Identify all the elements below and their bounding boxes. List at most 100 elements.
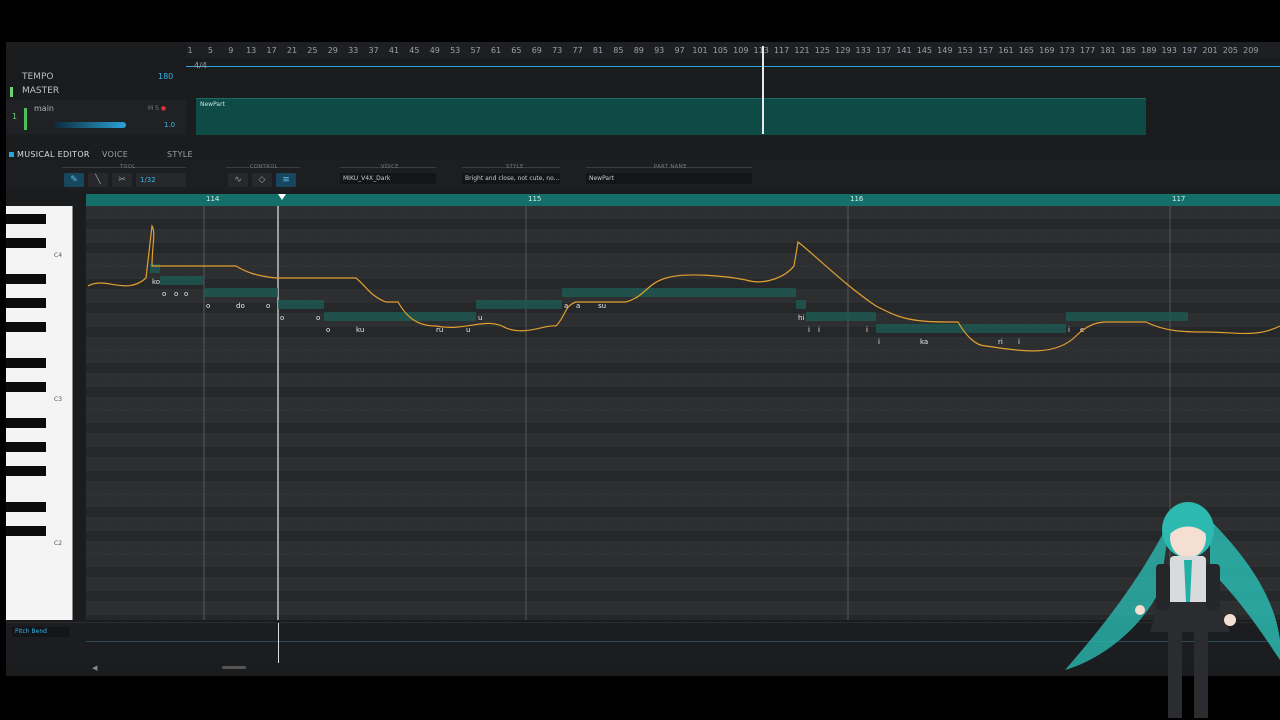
black-key[interactable] <box>6 214 46 224</box>
voice-field[interactable]: MIKU_V4X_Dark <box>340 173 436 184</box>
pencil-tool-icon[interactable]: ✎ <box>64 173 84 187</box>
bar-number: 141 <box>896 46 912 55</box>
parameter-playhead <box>278 623 279 663</box>
grid-row <box>86 218 1280 230</box>
bar-number: 181 <box>1100 46 1116 55</box>
bar-number: 121 <box>794 46 810 55</box>
note-lyric: a <box>576 302 580 310</box>
time-signature[interactable]: 4/4 <box>194 61 207 70</box>
note-block <box>574 288 596 297</box>
black-key[interactable] <box>6 418 46 428</box>
bar-number: 105 <box>712 46 729 55</box>
black-key[interactable] <box>6 322 46 332</box>
bar-number: 41 <box>388 46 400 55</box>
note-lyric: o <box>206 302 210 310</box>
track-header[interactable]: 1 main M S ● 1.0 <box>6 100 186 134</box>
master-level-meter <box>10 87 13 97</box>
bar-number: 81 <box>592 46 604 55</box>
note-block <box>806 312 816 321</box>
bar-number: 33 <box>348 46 359 55</box>
black-key[interactable] <box>6 274 46 284</box>
note-block <box>324 312 354 321</box>
tab-musical-editor[interactable]: MUSICAL EDITOR <box>17 150 90 159</box>
tab-voice[interactable]: VOICE <box>102 150 128 159</box>
note-block <box>918 324 996 333</box>
horizontal-scrollbar[interactable]: ◀ <box>92 664 1192 672</box>
note-lyric: i <box>878 338 880 346</box>
tab-style[interactable]: STYLE <box>167 150 193 159</box>
part-name-label: NewPart <box>200 101 225 108</box>
grid-row <box>86 230 1280 242</box>
track-name[interactable]: main <box>34 104 54 113</box>
grid-row <box>86 350 1280 362</box>
vibrato-control-icon[interactable]: ∿ <box>228 173 248 187</box>
track-part[interactable]: NewPart <box>196 98 1146 135</box>
black-key[interactable] <box>6 238 46 248</box>
bar-number: 129 <box>835 46 851 55</box>
bar-number: 201 <box>1202 46 1218 55</box>
grid-row <box>86 254 1280 266</box>
black-key[interactable] <box>6 298 46 308</box>
bar-number: 133 <box>855 46 871 55</box>
character-illustration <box>1065 502 1280 718</box>
bar-number: 49 <box>429 46 440 55</box>
black-key[interactable] <box>6 466 46 476</box>
scroll-left-icon[interactable]: ◀ <box>92 664 97 672</box>
note-lyric: ka <box>920 338 928 346</box>
piano-keyboard[interactable]: C4 C3 C2 <box>6 206 73 620</box>
volume-slider[interactable] <box>54 122 127 128</box>
bar-number: 85 <box>613 46 624 55</box>
list-control-icon[interactable]: ≡ <box>276 173 296 187</box>
measure-label: 117 <box>1172 195 1186 203</box>
bar-number: 37 <box>368 46 379 55</box>
bar-number: 65 <box>511 46 522 55</box>
parameter-select[interactable]: Pitch Bend <box>12 627 70 637</box>
black-key[interactable] <box>6 502 46 512</box>
bar-number: 161 <box>998 46 1014 55</box>
black-key[interactable] <box>6 526 46 536</box>
note-lyric: ri <box>998 338 1003 346</box>
note-block <box>476 300 562 309</box>
black-key[interactable] <box>6 382 46 392</box>
grid-row <box>86 398 1280 410</box>
grid-row <box>86 458 1280 470</box>
node-control-icon[interactable]: ◇ <box>252 173 272 187</box>
part-name-field[interactable]: NewPart <box>586 173 752 184</box>
active-tab-indicator <box>9 152 14 157</box>
note-lyric: do <box>236 302 245 310</box>
scissors-tool-icon[interactable]: ✂ <box>112 173 132 187</box>
scroll-thumb[interactable] <box>222 666 246 669</box>
quantize-select[interactable]: 1/32 <box>136 173 186 187</box>
note-block <box>876 324 918 333</box>
tool-group-label: TOOL <box>120 164 136 170</box>
mute-solo-buttons[interactable]: M S ● <box>148 105 166 112</box>
arrangement-ruler[interactable]: 1 5 9 13 17 21 25 29 33 37 41 45 49 53 57 61 65 69 73 77 81 8… <box>186 42 1280 59</box>
measure-ruler[interactable]: 114 115 116 117 <box>86 194 1280 206</box>
note-lyric: ko <box>152 278 160 286</box>
track-level-meter <box>24 108 27 130</box>
black-key[interactable] <box>6 358 46 368</box>
playhead-marker-icon[interactable] <box>278 194 286 200</box>
tempo-label: TEMPO <box>22 72 54 82</box>
grid-row <box>86 470 1280 482</box>
volume-value[interactable]: 1.0 <box>164 121 175 129</box>
key-label-c2: C2 <box>54 540 63 547</box>
note-lyric: i <box>808 326 810 334</box>
style-field[interactable]: Bright and close, not cute, no... <box>462 173 560 184</box>
tempo-value[interactable]: 180 <box>158 72 173 81</box>
bar-number: 209 <box>1243 46 1259 55</box>
bar-number: 61 <box>490 46 502 55</box>
line-tool-icon[interactable]: ╲ <box>88 173 108 187</box>
bar-number: 93 <box>654 46 665 55</box>
bar-number: 89 <box>633 46 644 55</box>
note-lyric: o <box>174 290 178 298</box>
grid-row <box>86 374 1280 386</box>
black-key[interactable] <box>6 442 46 452</box>
note-lyric: o <box>316 314 320 322</box>
bar-number: 101 <box>692 46 708 55</box>
playhead[interactable] <box>762 46 764 134</box>
grid-row <box>86 242 1280 254</box>
note-block <box>314 300 324 309</box>
bar-number: 165 <box>1018 46 1035 55</box>
record-icon[interactable]: ● <box>161 105 166 112</box>
